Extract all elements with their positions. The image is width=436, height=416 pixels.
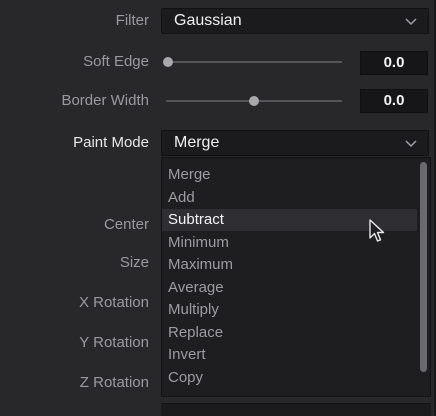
dropdown-item-average[interactable]: Average [162, 277, 417, 299]
dropdown-item-invert[interactable]: Invert [162, 344, 417, 366]
border-width-slider-knob[interactable] [249, 96, 259, 106]
y-rotation-label: Y Rotation [79, 334, 149, 351]
next-field-strip [161, 403, 431, 416]
paint-mode-value: Merge [174, 134, 220, 151]
filter-select[interactable]: Gaussian [161, 8, 429, 34]
dropdown-item-add[interactable]: Add [162, 187, 417, 209]
paint-mode-dropdown[interactable]: Merge Add Subtract Minimum Maximum Avera… [161, 157, 431, 397]
dropdown-item-replace[interactable]: Replace [162, 322, 417, 344]
soft-edge-value-field[interactable]: 0.0 [360, 51, 428, 75]
inspector-panel: Filter Gaussian Soft Edge 0.0 Border Wid… [0, 0, 436, 416]
soft-edge-slider-knob[interactable] [163, 57, 173, 67]
z-rotation-label: Z Rotation [79, 374, 149, 391]
chevron-down-icon [405, 140, 417, 148]
border-width-label: Border Width [61, 92, 149, 109]
paint-mode-select[interactable]: Merge [161, 130, 429, 156]
paint-mode-label: Paint Mode [73, 134, 149, 151]
x-rotation-label: X Rotation [78, 294, 149, 311]
size-label: Size [119, 254, 149, 271]
dropdown-scrollbar[interactable] [420, 162, 427, 372]
border-width-value-field[interactable]: 0.0 [360, 89, 428, 113]
mouse-pointer-icon [369, 219, 385, 242]
dropdown-item-merge[interactable]: Merge [162, 164, 417, 186]
dropdown-item-maximum[interactable]: Maximum [162, 254, 417, 276]
soft-edge-label: Soft Edge [83, 53, 149, 70]
chevron-down-icon [405, 18, 417, 26]
filter-label: Filter [115, 12, 149, 29]
soft-edge-slider-track[interactable] [166, 61, 342, 63]
dropdown-item-copy[interactable]: Copy [162, 367, 417, 389]
filter-value: Gaussian [174, 12, 242, 29]
center-label: Center [103, 216, 149, 233]
dropdown-item-multiply[interactable]: Multiply [162, 299, 417, 321]
